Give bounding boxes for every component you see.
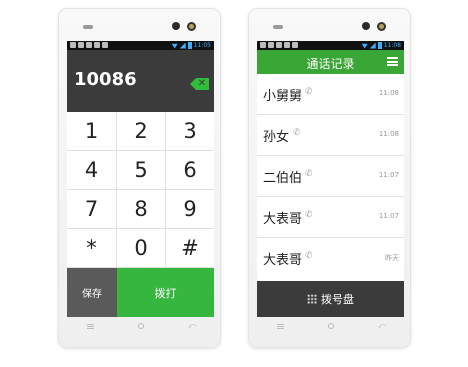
home-nav-icon[interactable]: [326, 321, 336, 331]
status-time: 11:05: [193, 42, 211, 49]
proximity-sensor: [377, 22, 386, 31]
key-0[interactable]: 0: [117, 229, 166, 268]
call-time: 昨天: [385, 254, 399, 262]
key-star[interactable]: *: [67, 229, 117, 268]
call-log-list: 小舅舅 ✆ 11:08 孙女 ✆ 11:08 二伯伯 ✆ 11:07 大表哥 ✆…: [257, 74, 404, 272]
key-hash[interactable]: #: [166, 229, 214, 268]
list-item[interactable]: 孙女 ✆ 11:08: [257, 115, 404, 156]
phone-icon: ✆: [305, 169, 313, 179]
call-time: 11:07: [378, 212, 399, 220]
signal-icon: [369, 42, 376, 49]
phone-icon: ✆: [305, 251, 313, 261]
contact-name: 大表哥: [263, 212, 303, 227]
dialpad-button[interactable]: 拨号盘: [257, 281, 404, 317]
keypad-grid-icon: [307, 294, 317, 304]
key-5[interactable]: 5: [117, 151, 166, 190]
key-6[interactable]: 6: [166, 151, 214, 190]
dialed-number-display: 10086 ✕: [67, 50, 214, 112]
menu-nav-icon[interactable]: [85, 321, 95, 331]
home-nav-icon[interactable]: [136, 321, 146, 331]
earpiece-speaker: [273, 25, 283, 29]
call-log-screen: 11:08 通话记录 小舅舅 ✆ 11:08 孙女 ✆ 11:08 二伯伯 ✆ …: [257, 41, 404, 317]
list-item[interactable]: 大表哥 ✆ 11:07: [257, 197, 404, 238]
wifi-icon: [171, 43, 178, 49]
front-camera: [172, 22, 180, 30]
battery-icon: [187, 42, 192, 49]
menu-icon[interactable]: [387, 57, 398, 66]
key-9[interactable]: 9: [166, 190, 214, 229]
phone-dialer: 11:05 10086 ✕ 1 2 3 4 5 6 7 8 9 * 0 # 保存…: [58, 8, 221, 348]
menu-nav-icon[interactable]: [275, 321, 285, 331]
battery-icon: [377, 42, 382, 49]
phone-icon: ✆: [305, 87, 313, 97]
backspace-x-icon[interactable]: ✕: [190, 78, 209, 90]
phone-icon: ✆: [305, 210, 313, 220]
back-nav-icon[interactable]: ⤺: [187, 321, 197, 331]
key-4[interactable]: 4: [67, 151, 117, 190]
proximity-sensor: [187, 22, 196, 31]
earpiece-speaker: [83, 25, 93, 29]
dialer-screen: 11:05 10086 ✕ 1 2 3 4 5 6 7 8 9 * 0 # 保存…: [67, 41, 214, 317]
contact-name: 二伯伯: [263, 171, 303, 186]
save-button[interactable]: 保存: [67, 268, 117, 317]
phone-call-log: 11:08 通话记录 小舅舅 ✆ 11:08 孙女 ✆ 11:08 二伯伯 ✆ …: [248, 8, 411, 348]
back-nav-icon[interactable]: ⤺: [377, 321, 387, 331]
list-item[interactable]: 二伯伯 ✆ 11:07: [257, 156, 404, 197]
call-time: 11:08: [378, 130, 399, 138]
page-title: 通话记录: [306, 57, 355, 71]
dialpad-label: 拨号盘: [321, 293, 354, 306]
key-1[interactable]: 1: [67, 112, 117, 151]
status-bar: 11:08: [257, 41, 404, 50]
key-7[interactable]: 7: [67, 190, 117, 229]
list-item[interactable]: 小舅舅 ✆ 11:08: [257, 74, 404, 115]
dialed-number: 10086: [74, 69, 137, 90]
dialer-actions: 保存 拨打: [67, 268, 214, 317]
contact-name: 孙女: [263, 130, 290, 145]
nav-bar: ⤺: [249, 321, 410, 331]
call-button[interactable]: 拨打: [117, 268, 214, 317]
call-time: 11:07: [378, 171, 399, 179]
key-8[interactable]: 8: [117, 190, 166, 229]
contact-name: 大表哥: [263, 253, 303, 268]
wifi-icon: [361, 43, 368, 49]
key-2[interactable]: 2: [117, 112, 166, 151]
list-item[interactable]: 大表哥 ✆ 昨天: [257, 238, 404, 272]
call-log-header: 通话记录: [257, 50, 404, 74]
call-time: 11:08: [378, 89, 399, 97]
status-bar: 11:05: [67, 41, 214, 50]
nav-bar: ⤺: [59, 321, 220, 331]
status-time: 11:08: [383, 42, 401, 49]
notification-icons: [70, 42, 108, 48]
phone-icon: ✆: [293, 128, 301, 138]
notification-icons: [260, 42, 298, 48]
key-3[interactable]: 3: [166, 112, 214, 151]
front-camera: [362, 22, 370, 30]
signal-icon: [179, 42, 186, 49]
contact-name: 小舅舅: [263, 89, 303, 104]
keypad: 1 2 3 4 5 6 7 8 9 * 0 #: [67, 112, 214, 268]
